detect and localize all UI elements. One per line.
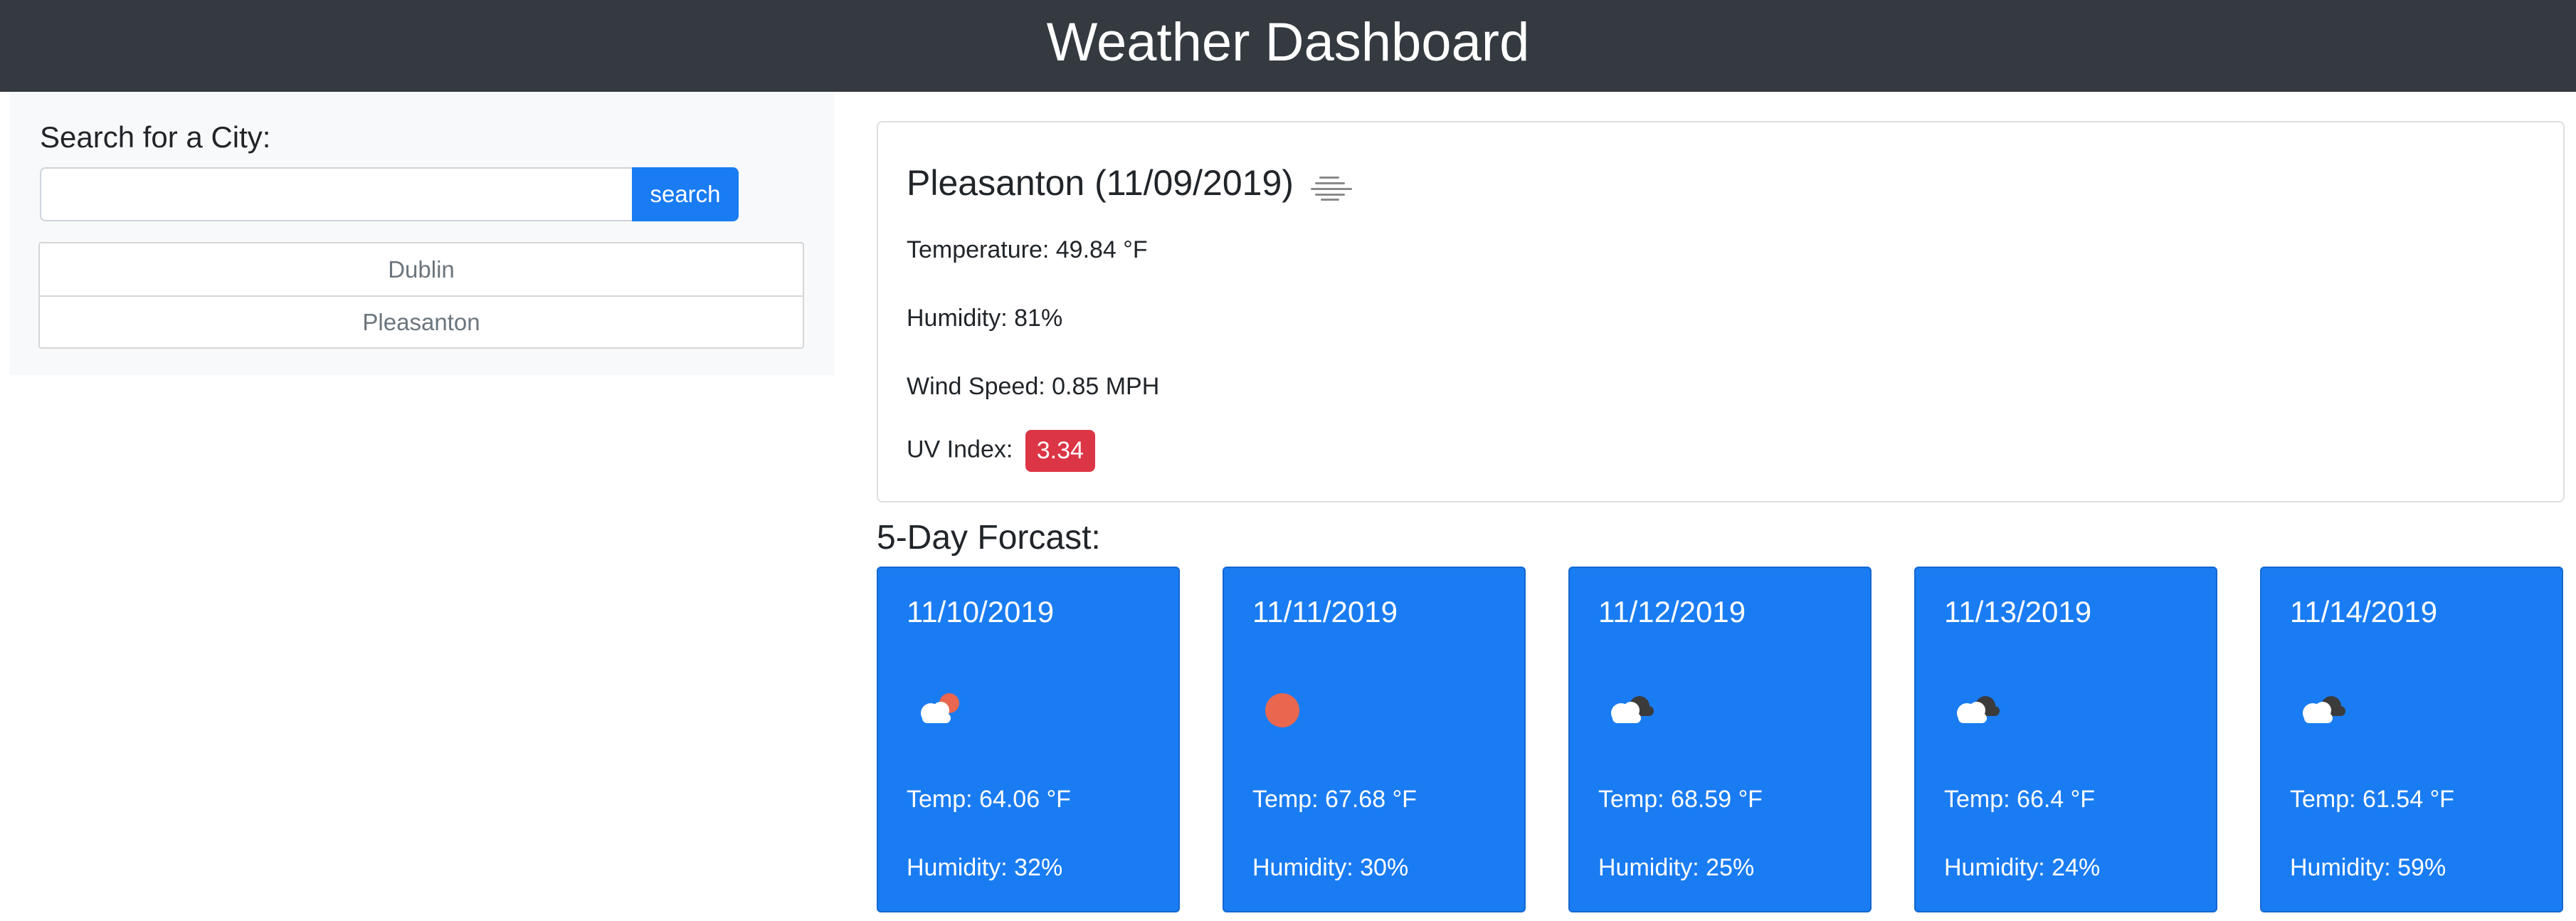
forecast-humidity: Humidity: 32% bbox=[907, 854, 1063, 881]
forecast-temp: Temp: 61.54 °F bbox=[2290, 786, 2454, 813]
forecast-heading: 5-Day Forcast: bbox=[877, 519, 1101, 557]
forecast-date: 11/12/2019 bbox=[1598, 595, 1746, 628]
current-city-heading: Pleasanton (11/09/2019) bbox=[907, 162, 1352, 204]
header-bar: Weather Dashboard bbox=[0, 0, 2576, 92]
forecast-humidity: Humidity: 24% bbox=[1944, 854, 2101, 881]
current-city-title: Pleasanton (11/09/2019) bbox=[907, 163, 1294, 203]
forecast-date: 11/14/2019 bbox=[2290, 595, 2438, 628]
forecast-humidity: Humidity: 59% bbox=[2290, 854, 2446, 881]
forecast-humidity: Humidity: 30% bbox=[1252, 854, 1409, 881]
forecast-temp: Temp: 66.4 °F bbox=[1944, 786, 2096, 813]
sun-icon bbox=[1265, 693, 1299, 727]
forecast-temp: Temp: 64.06 °F bbox=[907, 786, 1071, 813]
city-item-dublin[interactable]: Dublin bbox=[40, 243, 803, 295]
current-humidity: Humidity: 81% bbox=[907, 305, 1063, 332]
broken-clouds-icon bbox=[1611, 696, 1654, 723]
mist-icon bbox=[1310, 177, 1352, 201]
forecast-temp: Temp: 68.59 °F bbox=[1598, 786, 1763, 813]
city-search-input[interactable] bbox=[40, 167, 632, 221]
forecast-date: 11/10/2019 bbox=[907, 595, 1055, 628]
forecast-date: 11/13/2019 bbox=[1944, 595, 2092, 628]
forecast-date: 11/11/2019 bbox=[1252, 595, 1398, 628]
uv-index-badge: 3.34 bbox=[1025, 430, 1095, 472]
search-label: Search for a City: bbox=[40, 120, 271, 154]
broken-clouds-icon bbox=[1957, 696, 2000, 723]
page-title: Weather Dashboard bbox=[1046, 12, 1530, 73]
forecast-card: 11/12/2019 Temp: 68.59 °F Humidity: 25% bbox=[1568, 567, 1872, 912]
forecast-card: 11/13/2019 Temp: 66.4 °F Humidity: 24% bbox=[1914, 567, 2217, 912]
forecast-card: 11/10/2019 Temp: 64.06 °F Humidity: 32% bbox=[877, 567, 1180, 912]
current-uv-row: UV Index: 3.34 bbox=[907, 430, 1095, 472]
current-wind-speed: Wind Speed: 0.85 MPH bbox=[907, 373, 1160, 400]
forecast-humidity: Humidity: 25% bbox=[1598, 854, 1755, 881]
search-button[interactable]: search bbox=[632, 167, 739, 221]
city-item-pleasanton[interactable]: Pleasanton bbox=[40, 295, 803, 347]
uv-label: UV Index: bbox=[907, 436, 1013, 463]
forecast-card: 11/11/2019 Temp: 67.68 °F Humidity: 30% bbox=[1223, 567, 1526, 912]
broken-clouds-icon bbox=[2303, 696, 2345, 723]
current-temperature: Temperature: 49.84 °F bbox=[907, 236, 1148, 263]
partly-cloudy-sun-icon bbox=[921, 693, 959, 723]
city-history-list: Dublin Pleasanton bbox=[38, 242, 804, 349]
forecast-card: 11/14/2019 Temp: 61.54 °F Humidity: 59% bbox=[2260, 567, 2563, 912]
current-weather-card: Pleasanton (11/09/2019) Temperature: 49.… bbox=[877, 121, 2565, 502]
forecast-temp: Temp: 67.68 °F bbox=[1252, 786, 1417, 813]
search-panel: Search for a City: search Dublin Pleasan… bbox=[10, 93, 835, 375]
